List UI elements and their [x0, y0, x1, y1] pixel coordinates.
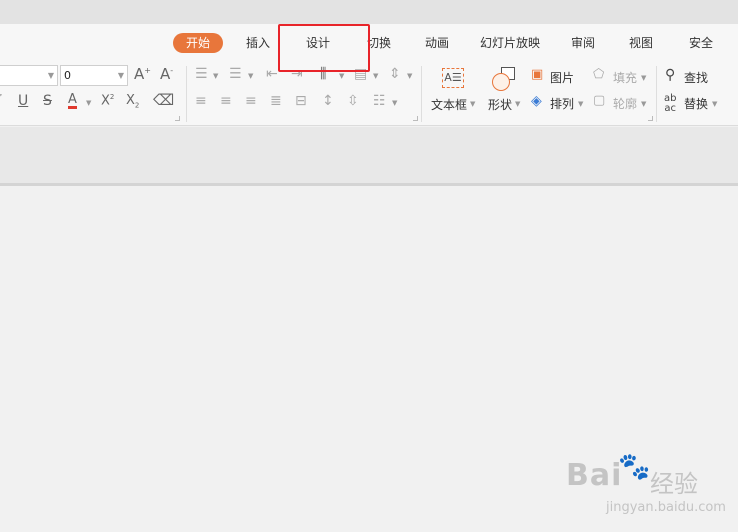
group-divider	[186, 66, 187, 122]
font-color-icon[interactable]: A	[68, 93, 77, 109]
font-dialog-launcher-icon[interactable]	[175, 116, 180, 121]
distributed-align-icon[interactable]: ⊟	[295, 94, 307, 108]
chevron-down-icon: ▼	[248, 72, 254, 80]
bullet-list-icon[interactable]: ☰	[195, 67, 208, 81]
group-divider	[421, 66, 422, 122]
text-columns-icon[interactable]: ⫼	[320, 67, 326, 81]
chevron-down-icon: ▼	[712, 100, 718, 108]
tab-security[interactable]: 安全	[689, 33, 713, 53]
decrease-indent-icon[interactable]: ⇤	[266, 67, 278, 81]
tab-home[interactable]: 开始	[173, 33, 223, 53]
drawing-dialog-launcher-icon[interactable]	[648, 116, 653, 121]
watermark-brand-cn: 经验	[650, 470, 698, 498]
subscript-icon[interactable]: X2	[126, 94, 139, 110]
watermark-brand: Bai	[566, 458, 623, 493]
replace-button[interactable]: 替换	[684, 95, 708, 112]
textbox-icon[interactable]: A☰	[442, 68, 464, 88]
ribbon-gap	[0, 127, 738, 183]
superscript-icon[interactable]: X2	[101, 94, 114, 108]
textbox-button[interactable]: 文本框	[431, 96, 467, 113]
chevron-down-icon: ▼	[641, 100, 647, 108]
italic-icon[interactable]: I	[0, 94, 2, 108]
tab-design[interactable]: 设计	[306, 33, 330, 53]
text-direction-icon[interactable]: ▤	[354, 67, 367, 81]
chevron-down-icon: ▼	[117, 71, 124, 80]
chevron-down-icon: ▼	[213, 72, 219, 80]
decrease-font-icon[interactable]: A-	[160, 67, 173, 82]
paragraph-spacing-icon[interactable]: ⇳	[347, 94, 359, 108]
fill-button[interactable]: 填充	[613, 69, 637, 86]
numbered-list-icon[interactable]: ☰	[229, 67, 242, 81]
chevron-down-icon: ▼	[470, 100, 476, 108]
chevron-down-icon: ▼	[373, 72, 379, 80]
chevron-down-icon: ▼	[339, 72, 345, 80]
replace-icon[interactable]: ab ac	[664, 94, 676, 114]
tab-review[interactable]: 审阅	[571, 33, 595, 53]
chevron-down-icon: ▼	[407, 72, 413, 80]
arrange-icon[interactable]: ◈	[531, 94, 542, 108]
strikethrough-icon[interactable]: S	[43, 94, 52, 108]
group-divider	[656, 66, 657, 122]
chevron-down-icon: ▼	[641, 74, 647, 82]
find-button[interactable]: 查找	[684, 69, 708, 86]
font-size-value: 0	[64, 69, 71, 82]
chevron-down-icon: ▼	[86, 99, 92, 107]
watermark-url: jingyan.baidu.com	[606, 500, 726, 515]
line-spacing-icon[interactable]: ↕	[322, 94, 334, 108]
increase-indent-icon[interactable]: ⇥	[291, 67, 303, 81]
align-text-icon[interactable]: ⇕	[389, 67, 401, 81]
underline-icon[interactable]: U	[18, 94, 28, 108]
paragraph-dialog-launcher-icon[interactable]	[413, 116, 418, 121]
chevron-down-icon: ▼	[578, 100, 584, 108]
chevron-down-icon: ▼	[392, 99, 398, 107]
clear-format-icon[interactable]: ⌫	[153, 93, 174, 108]
arrange-button[interactable]: 排列	[550, 95, 574, 112]
title-strip	[0, 0, 738, 24]
paw-icon: 🐾	[618, 452, 651, 482]
tab-transitions[interactable]: 切换	[367, 33, 391, 53]
outline-icon[interactable]: ▢	[593, 94, 605, 107]
font-name-combo[interactable]: ▼	[0, 65, 58, 86]
fill-icon[interactable]: ⬠	[593, 68, 604, 81]
picture-button[interactable]: 图片	[550, 69, 574, 86]
outline-button[interactable]: 轮廓	[613, 95, 637, 112]
tab-insert[interactable]: 插入	[246, 33, 270, 53]
align-right-icon[interactable]: ≡	[245, 94, 257, 108]
increase-font-icon[interactable]: A+	[134, 67, 151, 82]
shape-icon[interactable]	[492, 67, 518, 93]
picture-icon[interactable]: ▣	[531, 68, 543, 81]
font-size-combo[interactable]: 0 ▼	[60, 65, 128, 86]
chevron-down-icon: ▼	[515, 100, 521, 108]
tab-animation[interactable]: 动画	[425, 33, 449, 53]
chevron-down-icon: ▼	[47, 71, 54, 80]
search-icon[interactable]: ⚲	[665, 68, 675, 82]
tab-slideshow[interactable]: 幻灯片放映	[480, 33, 540, 53]
justify-icon[interactable]: ≣	[270, 94, 282, 108]
tab-view[interactable]: 视图	[629, 33, 653, 53]
align-left-icon[interactable]: ≡	[195, 94, 207, 108]
spacing-options-icon[interactable]: ☷	[373, 94, 386, 108]
shape-button[interactable]: 形状	[488, 96, 512, 113]
align-center-icon[interactable]: ≡	[220, 94, 232, 108]
